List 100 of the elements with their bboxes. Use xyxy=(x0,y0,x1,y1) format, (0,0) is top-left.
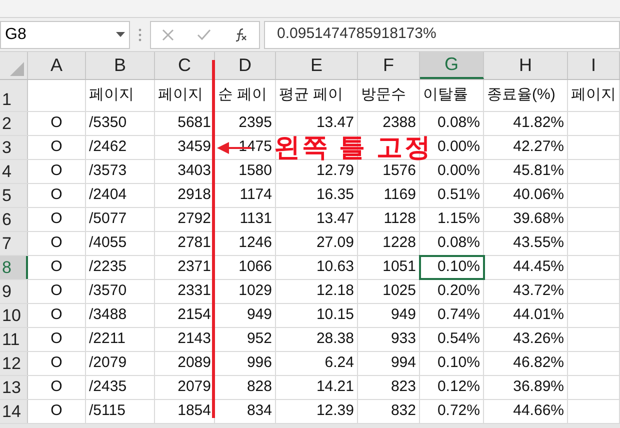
column-header[interactable]: H xyxy=(484,52,568,79)
table-cell-text: 1128 xyxy=(384,209,416,230)
table-cell-text: 45.81% xyxy=(513,161,564,182)
row-header[interactable]: 8 xyxy=(0,256,28,279)
table-cell-text: 0.51% xyxy=(437,185,480,206)
row-header[interactable]: 4 xyxy=(0,160,28,183)
column-header[interactable]: A xyxy=(28,52,86,79)
row-header[interactable]: 5 xyxy=(0,184,28,207)
table-cell-text: 1029 xyxy=(238,281,272,302)
row-header[interactable]: 6 xyxy=(0,208,28,231)
table-cell-text: 페이지 xyxy=(89,85,134,106)
table-cell-text: 12.79 xyxy=(316,161,354,182)
table-cell-text: 0.00% xyxy=(437,137,480,158)
table-cell-text: 1580 xyxy=(238,161,272,182)
column-header[interactable]: I xyxy=(568,52,620,79)
table-cell-text: 13.47 xyxy=(316,209,354,230)
table-cell-text: O xyxy=(50,305,62,326)
row-header[interactable]: 10 xyxy=(0,304,28,327)
table-cell-text: 2154 xyxy=(178,305,211,326)
table-cell-text: 44.45% xyxy=(513,257,564,278)
table-cell-text: 0.08% xyxy=(437,233,480,254)
table-cell-text: 방문수 xyxy=(361,85,406,106)
table-cell-text: 0.20% xyxy=(437,281,480,302)
table-cell-text: 1025 xyxy=(382,281,416,302)
table-cell-text: 2079 xyxy=(178,377,211,398)
table-cell-text: 43.55% xyxy=(513,233,564,254)
function-icon[interactable] xyxy=(234,28,248,42)
table-cell-text: O xyxy=(50,233,62,254)
table-cell-text: 10.15 xyxy=(316,305,354,326)
row-header[interactable]: 12 xyxy=(0,352,28,375)
table-cell-text: 2792 xyxy=(178,209,211,230)
row-header[interactable]: 2 xyxy=(0,112,28,135)
table-cell-text: /5350 xyxy=(89,113,127,134)
table-cell-text: 0.00% xyxy=(437,161,480,182)
table-cell-text: 41.82% xyxy=(513,113,564,134)
table-cell-text: 5681 xyxy=(178,113,211,134)
table-cell-text: 0.08% xyxy=(437,113,480,134)
table-cell-text: 1066 xyxy=(238,257,272,278)
table-cell-text: /5077 xyxy=(89,209,127,230)
table-cell-text: 0.10% xyxy=(437,353,480,374)
table-cell-text: /2235 xyxy=(89,257,127,278)
table-cell-text: 27.09 xyxy=(316,233,354,254)
table-cell-text: 933 xyxy=(390,329,416,350)
name-box[interactable]: G8 xyxy=(0,20,130,48)
row-header[interactable]: 7 xyxy=(0,232,28,255)
table-cell-text: 996 xyxy=(246,353,272,374)
row-header[interactable]: 11 xyxy=(0,328,28,351)
table-cell-text: 0.74% xyxy=(437,305,480,326)
table-cell-text: 832 xyxy=(390,401,416,422)
grip-icon[interactable] xyxy=(138,28,142,42)
row-header[interactable]: 13 xyxy=(0,376,28,399)
table-cell-text: 1174 xyxy=(240,185,272,206)
table-cell-text: 828 xyxy=(246,377,272,398)
table-cell-text: 1854 xyxy=(178,401,211,422)
cancel-icon[interactable] xyxy=(162,28,174,40)
table-cell-text: 0.10% xyxy=(437,257,480,278)
row-header[interactable]: 1 xyxy=(0,80,28,111)
table-cell-text: 6.24 xyxy=(324,353,354,374)
table-cell-text: 이탈률 xyxy=(423,85,468,106)
check-icon[interactable] xyxy=(196,28,211,40)
column-header[interactable]: B xyxy=(86,52,155,79)
table-cell-text: 36.89% xyxy=(513,377,564,398)
table-cell-text: 949 xyxy=(246,305,272,326)
table-cell-text: 2388 xyxy=(382,113,416,134)
formula-field[interactable]: 0.0951474785918173% xyxy=(264,20,620,48)
table-cell-text: /3570 xyxy=(89,281,127,302)
table-cell-text: /2079 xyxy=(89,353,127,374)
table-cell-text: 42.27% xyxy=(513,137,564,158)
table-cell-text: 1246 xyxy=(238,233,272,254)
table-cell-text: O xyxy=(50,161,62,182)
table-cell-text: 44.66% xyxy=(513,401,564,422)
table-cell-text: 823 xyxy=(390,377,416,398)
table-cell-text: /2404 xyxy=(89,185,127,206)
row-header[interactable]: 9 xyxy=(0,280,28,303)
column-header[interactable]: G xyxy=(420,52,484,79)
table-cell-text: 순 페이 xyxy=(218,85,268,106)
table-cell-text: 0.72% xyxy=(437,401,480,422)
column-header[interactable]: E xyxy=(276,52,358,79)
table-cell-text: 43.72% xyxy=(513,281,564,302)
table-cell-text: 949 xyxy=(390,305,416,326)
row-header[interactable]: 3 xyxy=(0,136,28,159)
table-cell-text: 43.26% xyxy=(513,329,564,350)
table-cell-text: 2143 xyxy=(178,329,211,350)
table-cell-text: O xyxy=(50,137,62,158)
table-cell-text: 952 xyxy=(246,329,272,350)
table-cell-text: 3459 xyxy=(178,137,211,158)
row-header[interactable]: 14 xyxy=(0,400,28,423)
table-cell-text: /2435 xyxy=(89,377,127,398)
table-cell-text: 1051 xyxy=(382,257,416,278)
table-cell-text: 종료율(%) xyxy=(487,85,556,106)
annotation-text: 왼쪽 틀 고정 xyxy=(274,135,432,160)
table-cell-text: /4055 xyxy=(89,233,127,254)
select-all-icon[interactable] xyxy=(10,62,24,76)
table-cell-text: 44.01% xyxy=(513,305,564,326)
table-cell-text: O xyxy=(50,113,62,134)
table-cell-text: 2331 xyxy=(178,281,211,302)
table-cell-text: 1169 xyxy=(384,185,416,206)
table-cell-text: O xyxy=(50,185,62,206)
table-cell-text: /2462 xyxy=(89,137,127,158)
table-cell-text: /2211 xyxy=(89,329,126,350)
